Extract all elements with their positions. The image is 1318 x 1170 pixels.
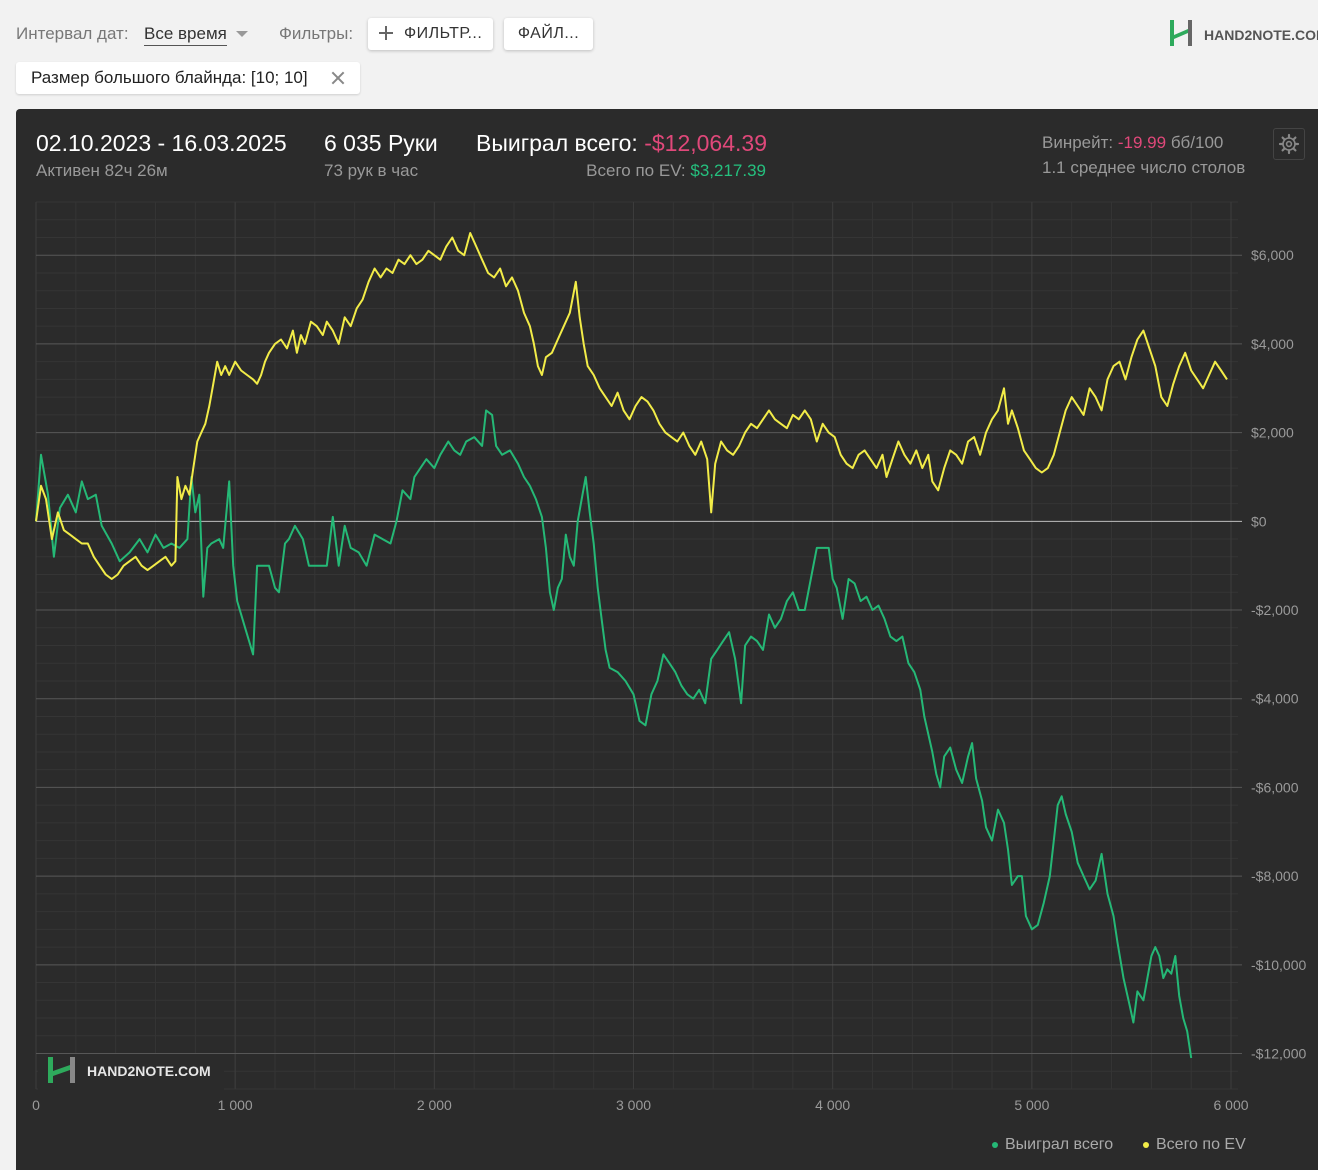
x-tick-label: 0 (32, 1097, 40, 1113)
y-tick-label: -$10,000 (1251, 957, 1306, 973)
add-filter-label: ФИЛЬТР... (404, 25, 483, 42)
y-tick-label: -$6,000 (1251, 779, 1299, 795)
date-interval-select[interactable]: Все время (144, 24, 227, 46)
x-tick-label: 4 000 (815, 1097, 850, 1113)
x-tick-label: 2 000 (417, 1097, 452, 1113)
chart-watermark: HAND2NOTE.COM (38, 1054, 224, 1092)
x-tick-label: 6 000 (1214, 1097, 1249, 1113)
legend-won-label: Выиграл всего (1005, 1136, 1114, 1153)
graph-panel: 02.10.2023 - 16.03.2025 Активен 82ч 26м … (16, 109, 1318, 1170)
watermark-text: HAND2NOTE.COM (87, 1063, 211, 1079)
add-filter-button[interactable]: ФИЛЬТР... (368, 18, 493, 50)
logo-icon (1170, 20, 1192, 46)
y-tick-label: -$12,000 (1251, 1046, 1306, 1062)
active-filter-text: Размер большого блайнда: [10; 10] (31, 68, 308, 87)
top-toolbar: Интервал дат: Все время Фильтры: ФИЛЬТР.… (0, 0, 1318, 60)
y-tick-label: $4,000 (1251, 336, 1294, 352)
close-icon[interactable] (331, 71, 345, 85)
legend-ev-dot (1143, 1141, 1149, 1148)
y-tick-label: $0 (1251, 513, 1267, 529)
y-tick-label: -$2,000 (1251, 602, 1299, 618)
legend-won-dot (992, 1141, 998, 1148)
y-tick-label: $6,000 (1251, 247, 1294, 263)
y-tick-label: -$8,000 (1251, 868, 1299, 884)
y-tick-label: -$4,000 (1251, 691, 1299, 707)
date-interval-label: Интервал дат: (16, 24, 129, 43)
chevron-down-icon[interactable] (236, 31, 248, 37)
x-tick-label: 3 000 (616, 1097, 651, 1113)
logo-text: HAND2NOTE.COM (1204, 27, 1318, 43)
profit-chart: 0 1 000 2 000 3 000 4 000 5 000 6 000 $6,000 $4,… (32, 201, 1306, 1113)
legend-ev-label: Всего по EV (1156, 1136, 1246, 1153)
legend-item-won[interactable]: Выиграл всего (992, 1136, 1113, 1154)
x-tick-label: 5 000 (1014, 1097, 1049, 1113)
x-tick-label: 1 000 (218, 1097, 253, 1113)
file-button[interactable]: ФАЙЛ... (504, 18, 593, 50)
active-filter-chip[interactable]: Размер большого блайнда: [10; 10] (16, 62, 360, 94)
legend-item-ev[interactable]: Всего по EV (1143, 1136, 1246, 1154)
y-tick-label: $2,000 (1251, 425, 1294, 441)
file-button-label: ФАЙЛ... (517, 25, 580, 42)
brand-logo: HAND2NOTE.COM (1168, 18, 1318, 52)
plus-icon (379, 26, 393, 40)
filters-label: Фильтры: (279, 24, 354, 43)
